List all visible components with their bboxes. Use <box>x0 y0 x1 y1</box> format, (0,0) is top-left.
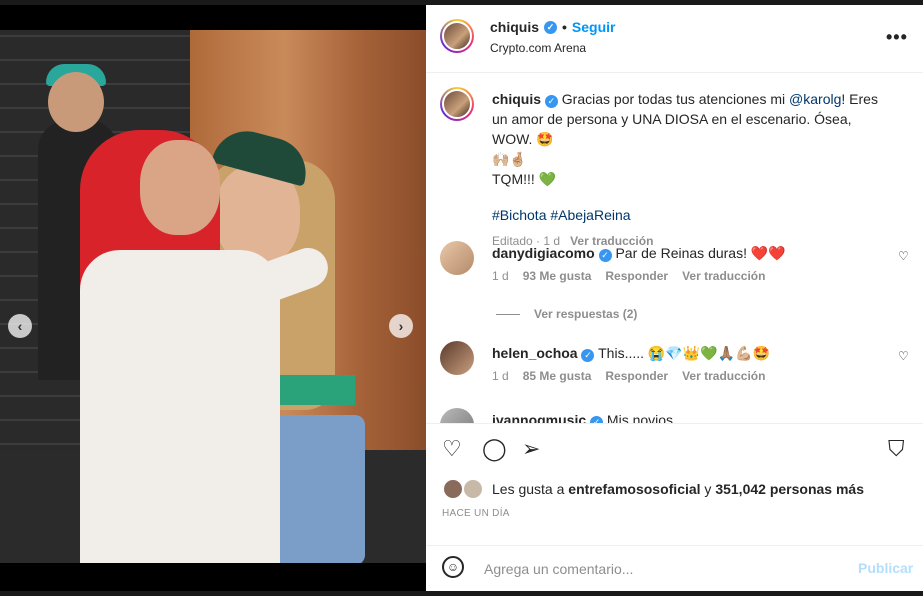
post-time[interactable]: HACE UN DÍA <box>442 508 510 519</box>
caption-line3: TQM!!! 💚 <box>492 171 557 187</box>
likes-middle: y <box>700 481 716 497</box>
verified-badge-icon: ✓ <box>598 248 612 262</box>
comment-body: ivannogmusic ✓ Mis novios <box>492 410 882 423</box>
separator-dot: • <box>562 19 567 35</box>
reply-button[interactable]: Responder <box>605 269 668 283</box>
avatar[interactable] <box>440 408 474 423</box>
previous-photo-button[interactable]: ‹ <box>8 314 32 338</box>
likes-count[interactable]: 351,042 personas más <box>715 481 864 497</box>
comment-time: 1 d <box>492 269 509 283</box>
next-photo-button[interactable]: › <box>389 314 413 338</box>
reply-button[interactable]: Responder <box>605 369 668 383</box>
comment-username[interactable]: helen_ochoa <box>492 345 578 361</box>
caption-body: chiquis ✓ Gracias por todas tus atencion… <box>492 89 892 251</box>
liker-avatar[interactable] <box>462 478 484 500</box>
like-comment-heart-icon[interactable]: ♡ <box>898 249 909 263</box>
verified-badge-icon: ✓ <box>590 415 604 423</box>
person-left <box>80 130 280 563</box>
comment-body: helen_ochoa ✓ This..... 😭💎👑💚🙏🏽💪🏼🤩 <box>492 343 882 363</box>
comment-meta: 1 d 85 Me gusta Responder Ver traducción <box>492 369 765 383</box>
caption-line2: 🙌🏼🤞🏼 <box>492 151 527 167</box>
comment-likes[interactable]: 85 Me gusta <box>523 369 592 383</box>
verified-badge-icon: ✓ <box>544 94 558 108</box>
add-comment-bar: ☺ Publicar <box>426 545 923 592</box>
comment-likes[interactable]: 93 Me gusta <box>523 269 592 283</box>
liker-avatar[interactable] <box>442 478 464 500</box>
bottom-backdrop-strip <box>0 591 923 596</box>
more-options-icon[interactable]: ••• <box>886 27 908 48</box>
hashtag[interactable]: #AbejaReina <box>550 207 630 223</box>
divider-line <box>496 313 520 315</box>
liker-username[interactable]: entrefamososoficial <box>568 481 700 497</box>
share-send-icon[interactable]: ➢ <box>522 436 540 462</box>
comment-time: 1 d <box>492 369 509 383</box>
chevron-left-icon: ‹ <box>17 318 23 334</box>
bg-person-head <box>48 72 104 132</box>
post-details-panel: chiquis ✓ • Seguir Crypto.com Arena ••• … <box>426 5 923 591</box>
like-comment-heart-icon[interactable]: ♡ <box>898 349 909 363</box>
view-replies-label: Ver respuestas (2) <box>534 307 638 321</box>
header-user: chiquis ✓ • Seguir <box>490 19 616 35</box>
save-bookmark-icon[interactable]: ⛉ <box>888 436 905 462</box>
publish-button[interactable]: Publicar <box>858 560 913 576</box>
view-replies-button[interactable]: Ver respuestas (2) <box>496 307 637 321</box>
avatar[interactable] <box>440 341 474 375</box>
verified-badge-icon: ✓ <box>581 348 595 362</box>
likes-prefix: Les gusta a <box>492 481 569 497</box>
see-translation-link[interactable]: Ver traducción <box>682 269 765 283</box>
verified-badge-icon: ✓ <box>544 20 558 34</box>
caption-username[interactable]: chiquis <box>492 91 541 107</box>
comment-body: danydigiacomo ✓ Par de Reinas duras! ❤️❤… <box>492 243 882 263</box>
person-left-face <box>140 140 220 235</box>
emoji-smiley-icon[interactable]: ☺ <box>442 556 464 578</box>
comment-text: This..... 😭💎👑💚🙏🏽💪🏼🤩 <box>598 345 770 361</box>
caption-mention[interactable]: @karolg <box>789 91 841 107</box>
location-link[interactable]: Crypto.com Arena <box>490 41 586 55</box>
comment-meta: 1 d 93 Me gusta Responder Ver traducción <box>492 269 765 283</box>
caption-avatar[interactable] <box>440 87 474 121</box>
post-header: chiquis ✓ • Seguir Crypto.com Arena ••• <box>426 5 923 73</box>
comment-username[interactable]: ivannogmusic <box>492 412 586 423</box>
username-link[interactable]: chiquis <box>490 19 539 35</box>
likes-text: Les gusta a entrefamososoficial y 351,04… <box>492 481 864 497</box>
chevron-right-icon: › <box>398 318 404 334</box>
comment-text: Par de Reinas duras! ❤️❤️ <box>615 245 786 261</box>
comment-bubble-icon[interactable]: ◯ <box>482 436 507 462</box>
avatar[interactable] <box>440 19 474 53</box>
comment-username[interactable]: danydigiacomo <box>492 245 595 261</box>
post-actions-bar: ♡ ◯ ➢ ⛉ <box>426 423 923 474</box>
comments-section[interactable]: chiquis ✓ Gracias por todas tus atencion… <box>426 73 923 423</box>
see-translation-link[interactable]: Ver traducción <box>682 369 765 383</box>
likes-summary: Les gusta a entrefamososoficial y 351,04… <box>442 478 864 500</box>
comment-input[interactable] <box>482 556 846 582</box>
follow-button[interactable]: Seguir <box>572 19 616 35</box>
hashtag[interactable]: #Bichota <box>492 207 546 223</box>
like-heart-icon[interactable]: ♡ <box>442 436 462 462</box>
post-photo[interactable]: ‹ › <box>0 30 426 563</box>
avatar[interactable] <box>440 241 474 275</box>
caption-text: Gracias por todas tus atenciones mi <box>561 91 790 107</box>
comment-text: Mis novios <box>606 412 674 423</box>
